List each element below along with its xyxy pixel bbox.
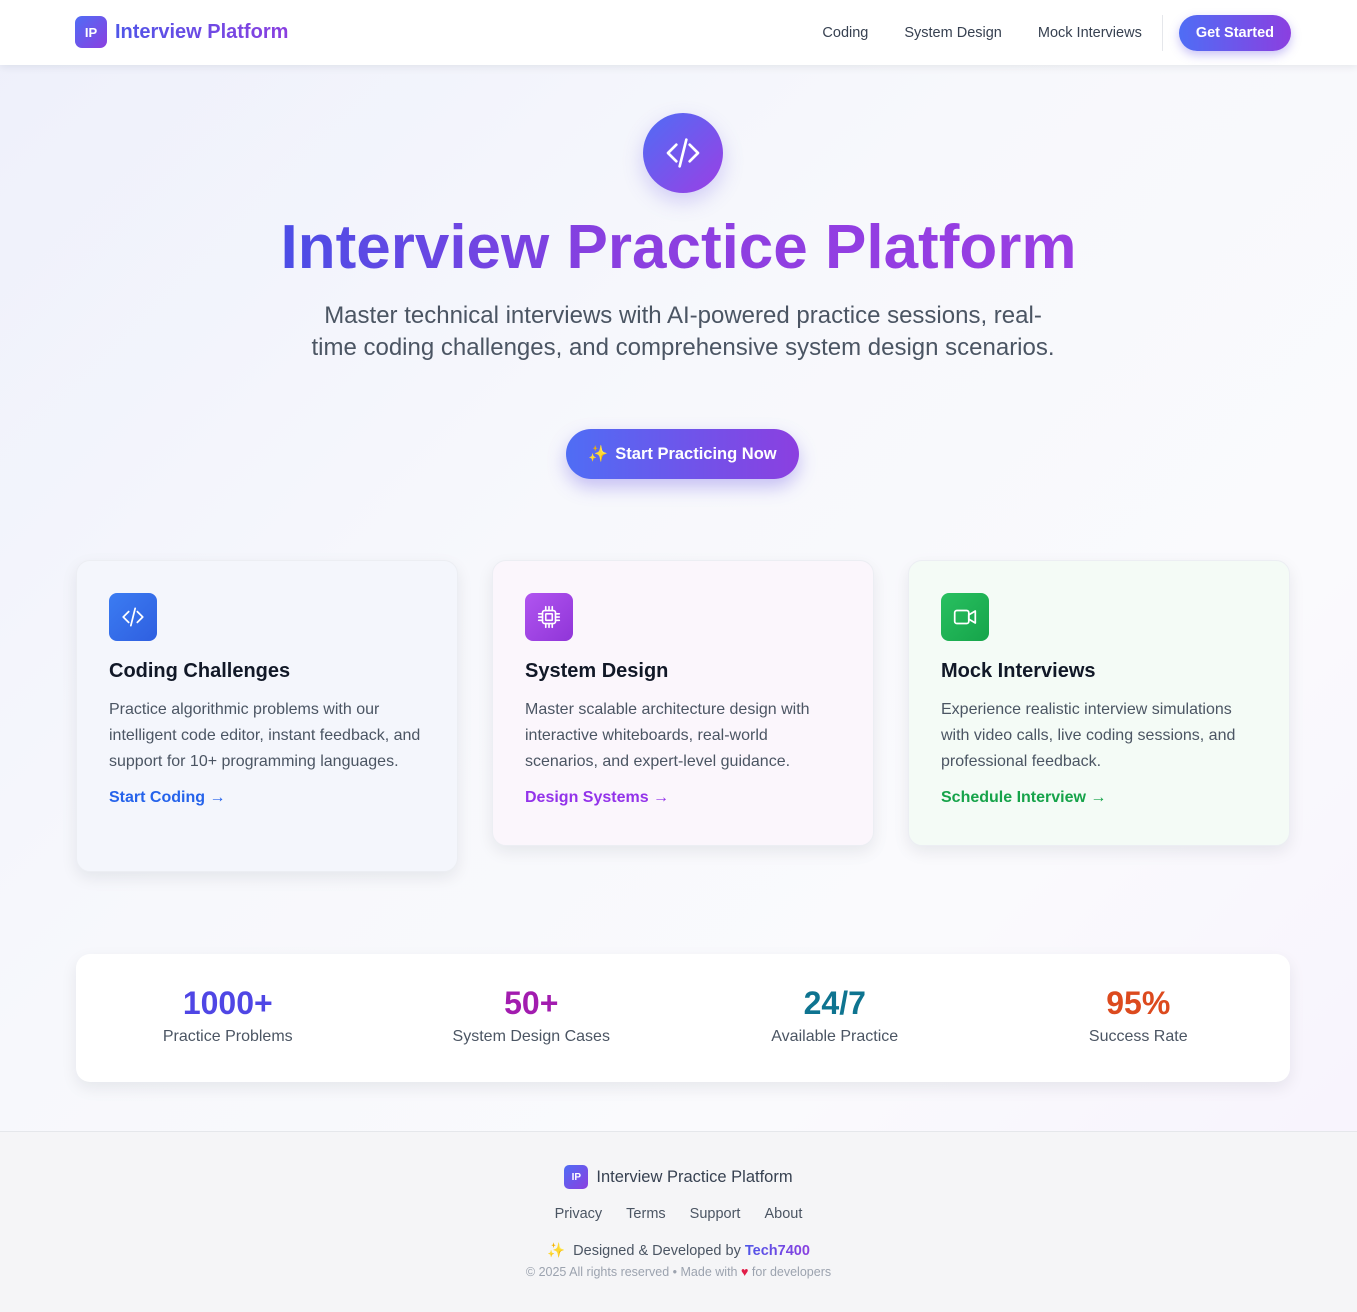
footer-credit: ✨ Designed & Developed by Tech7400 bbox=[0, 1242, 1357, 1259]
feature-description: Practice algorithmic problems with our i… bbox=[109, 701, 421, 770]
credit-author[interactable]: Tech7400 bbox=[745, 1243, 810, 1259]
copyright-suffix: for developers bbox=[751, 1265, 832, 1279]
footer-link-about[interactable]: About bbox=[764, 1206, 802, 1222]
footer-links: Privacy Terms Support About bbox=[0, 1206, 1357, 1222]
stat-label: Practice Problems bbox=[162, 1028, 293, 1045]
stat-practice-problems: 1000+ Practice Problems bbox=[76, 954, 380, 1082]
design-systems-link[interactable]: Design Systems → bbox=[525, 789, 669, 807]
feature-title: System Design bbox=[525, 660, 669, 682]
top-navbar: IP Interview Platform Coding System Desi… bbox=[0, 0, 1357, 65]
footer-copyright: © 2025 All rights reserved • Made with ♥… bbox=[0, 1265, 1357, 1279]
stat-success-rate: 95% Success Rate bbox=[987, 954, 1291, 1082]
footer-link-privacy[interactable]: Privacy bbox=[555, 1206, 603, 1222]
start-coding-link[interactable]: Start Coding → bbox=[109, 789, 225, 807]
stat-label: Available Practice bbox=[771, 1028, 899, 1045]
stat-value: 50+ bbox=[504, 985, 559, 1021]
stats-panel: 1000+ Practice Problems 50+ System Desig… bbox=[76, 954, 1290, 1082]
nav-system-design[interactable]: System Design bbox=[904, 25, 1002, 41]
video-camera-icon bbox=[941, 593, 989, 641]
code-icon bbox=[109, 593, 157, 641]
stat-value: 1000+ bbox=[182, 985, 273, 1021]
brand-logo: IP bbox=[75, 16, 107, 48]
start-practicing-button[interactable]: ✨ Start Practicing Now bbox=[566, 429, 799, 479]
hero-code-icon bbox=[643, 113, 723, 193]
stat-system-design-cases: 50+ System Design Cases bbox=[380, 954, 684, 1082]
footer-link-terms[interactable]: Terms bbox=[626, 1206, 665, 1222]
get-started-button[interactable]: Get Started bbox=[1178, 14, 1291, 51]
start-practicing-label: Start Practicing Now bbox=[615, 444, 777, 463]
feature-card-system-design: System Design Master scalable architectu… bbox=[492, 560, 874, 846]
credit-prefix: Designed & Developed by bbox=[573, 1243, 741, 1259]
cpu-chip-icon bbox=[525, 593, 573, 641]
footer: IP Interview Practice Platform Privacy T… bbox=[0, 1131, 1357, 1312]
stat-value: 24/7 bbox=[803, 985, 866, 1021]
hero-title: Interview Practice Platform bbox=[0, 212, 1357, 284]
copyright-prefix: © 2025 All rights reserved • Made with bbox=[525, 1265, 738, 1279]
feature-card-coding: Coding Challenges Practice algorithmic p… bbox=[76, 560, 458, 872]
feature-title: Coding Challenges bbox=[109, 660, 291, 682]
feature-card-mock-interviews: Mock Interviews Experience realistic int… bbox=[908, 560, 1290, 846]
feature-title: Mock Interviews bbox=[941, 660, 1096, 682]
main-nav: Coding System Design Mock Interviews Get… bbox=[822, 0, 1291, 65]
feature-description: Experience realistic interview simulatio… bbox=[941, 701, 1236, 770]
nav-mock-interviews[interactable]: Mock Interviews bbox=[1038, 25, 1142, 41]
footer-logo: IP bbox=[564, 1165, 589, 1189]
hero-subtitle: Master technical interviews with AI-powe… bbox=[311, 302, 1055, 361]
nav-coding[interactable]: Coding bbox=[822, 25, 868, 41]
stat-value: 95% bbox=[1106, 985, 1171, 1021]
brand[interactable]: IP Interview Platform bbox=[75, 16, 288, 48]
schedule-interview-link[interactable]: Schedule Interview → bbox=[941, 789, 1106, 807]
nav-divider bbox=[1161, 14, 1163, 51]
feature-description: Master scalable architecture design with… bbox=[525, 701, 810, 770]
sparkles-icon: ✨ bbox=[588, 446, 609, 463]
brand-name: Interview Platform bbox=[115, 20, 289, 43]
footer-brand: IP Interview Practice Platform bbox=[0, 1165, 1357, 1189]
footer-brand-name: Interview Practice Platform bbox=[596, 1167, 793, 1186]
stat-label: Success Rate bbox=[1088, 1028, 1188, 1045]
stat-available-practice: 24/7 Available Practice bbox=[683, 954, 987, 1082]
heart-icon: ♥ bbox=[740, 1265, 749, 1279]
stat-label: System Design Cases bbox=[452, 1028, 610, 1045]
footer-link-support[interactable]: Support bbox=[690, 1206, 741, 1222]
sparkles-icon: ✨ bbox=[547, 1243, 566, 1259]
